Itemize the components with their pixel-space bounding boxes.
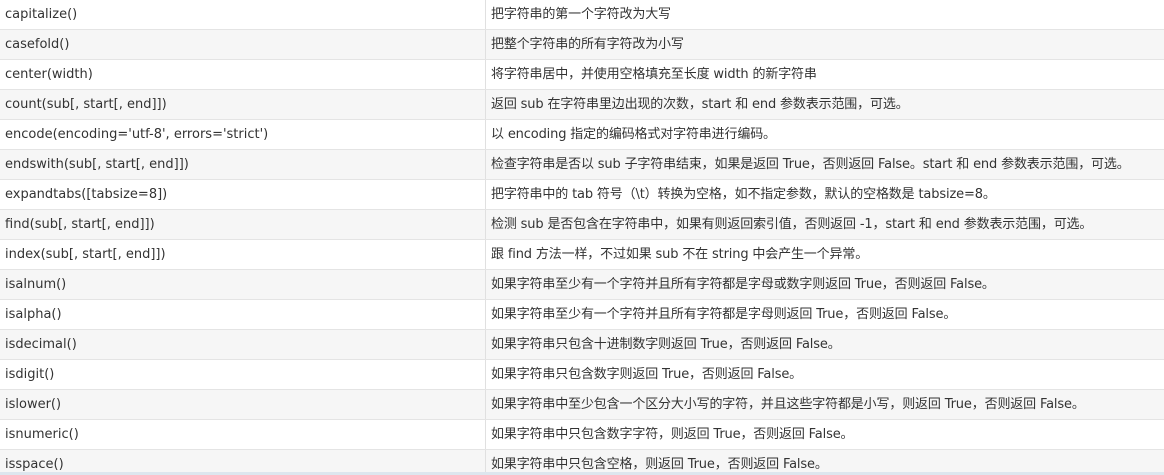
method-name-cell: encode(encoding='utf-8', errors='strict'… [0,120,486,149]
method-description-cell: 检测 sub 是否包含在字符串中，如果有则返回索引值，否则返回 -1，start… [491,217,1093,232]
table-row: find(sub[, start[, end]]) 检测 sub 是否包含在字符… [0,210,1164,240]
method-description-cell: 把字符串的第一个字符改为大写 [491,7,671,22]
table-row: expandtabs([tabsize=8]) 把字符串中的 tab 符号（\t… [0,180,1164,210]
method-name-cell: expandtabs([tabsize=8]) [0,180,486,209]
method-description-cell: 把字符串中的 tab 符号（\t）转换为空格，如不指定参数，默认的空格数是 ta… [491,187,996,202]
table-row: isnumeric() 如果字符串中只包含数字字符，则返回 True，否则返回 … [0,420,1164,450]
table-row: isdigit() 如果字符串只包含数字则返回 True，否则返回 False。 [0,360,1164,390]
method-name-cell: endswith(sub[, start[, end]]) [0,150,486,179]
method-name-cell: isalpha() [0,300,486,329]
method-description-cell: 如果字符串只包含数字则返回 True，否则返回 False。 [491,367,803,382]
method-name-cell: count(sub[, start[, end]]) [0,90,486,119]
method-description-cell: 将字符串居中，并使用空格填充至长度 width 的新字符串 [491,67,817,82]
table-row: isalpha() 如果字符串至少有一个字符并且所有字符都是字母则返回 True… [0,300,1164,330]
table-row: capitalize() 把字符串的第一个字符改为大写 [0,0,1164,30]
method-name-cell: isalnum() [0,270,486,299]
method-description-cell: 跟 find 方法一样，不过如果 sub 不在 string 中会产生一个异常。 [491,247,869,262]
table-row: casefold() 把整个字符串的所有字符改为小写 [0,30,1164,60]
table-row: index(sub[, start[, end]]) 跟 find 方法一样，不… [0,240,1164,270]
method-description-cell: 如果字符串中至少包含一个区分大小写的字符，并且这些字符都是小写，则返回 True… [491,397,1085,412]
method-name-cell: isnumeric() [0,420,486,449]
method-description-cell: 如果字符串至少有一个字符并且所有字符都是字母则返回 True，否则返回 Fals… [491,307,957,322]
table-row: islower() 如果字符串中至少包含一个区分大小写的字符，并且这些字符都是小… [0,390,1164,420]
table-row: center(width) 将字符串居中，并使用空格填充至长度 width 的新… [0,60,1164,90]
method-name-cell: isdecimal() [0,330,486,359]
method-description-cell: 检查字符串是否以 sub 子字符串结束，如果是返回 True，否则返回 Fals… [491,157,1130,172]
method-description-cell: 把整个字符串的所有字符改为小写 [491,37,684,52]
method-description-cell: 如果字符串至少有一个字符并且所有字符都是字母或数字则返回 True，否则返回 F… [491,277,995,292]
table-row: count(sub[, start[, end]]) 返回 sub 在字符串里边… [0,90,1164,120]
method-name-cell: capitalize() [0,0,486,29]
string-methods-table: capitalize() 把字符串的第一个字符改为大写 casefold() 把… [0,0,1164,475]
method-description-cell: 以 encoding 指定的编码格式对字符串进行编码。 [491,127,776,142]
table-row: endswith(sub[, start[, end]]) 检查字符串是否以 s… [0,150,1164,180]
method-description-cell: 返回 sub 在字符串里边出现的次数，start 和 end 参数表示范围，可选… [491,97,909,112]
method-description-cell: 如果字符串只包含十进制数字则返回 True，否则返回 False。 [491,337,841,352]
method-description-cell: 如果字符串中只包含数字字符，则返回 True，否则返回 False。 [491,427,854,442]
table-row: encode(encoding='utf-8', errors='strict'… [0,120,1164,150]
method-name-cell: find(sub[, start[, end]]) [0,210,486,239]
method-name-cell: islower() [0,390,486,419]
method-name-cell: center(width) [0,60,486,89]
method-name-cell: casefold() [0,30,486,59]
table-row: isdecimal() 如果字符串只包含十进制数字则返回 True，否则返回 F… [0,330,1164,360]
table-row: isalnum() 如果字符串至少有一个字符并且所有字符都是字母或数字则返回 T… [0,270,1164,300]
method-name-cell: index(sub[, start[, end]]) [0,240,486,269]
method-name-cell: isdigit() [0,360,486,389]
